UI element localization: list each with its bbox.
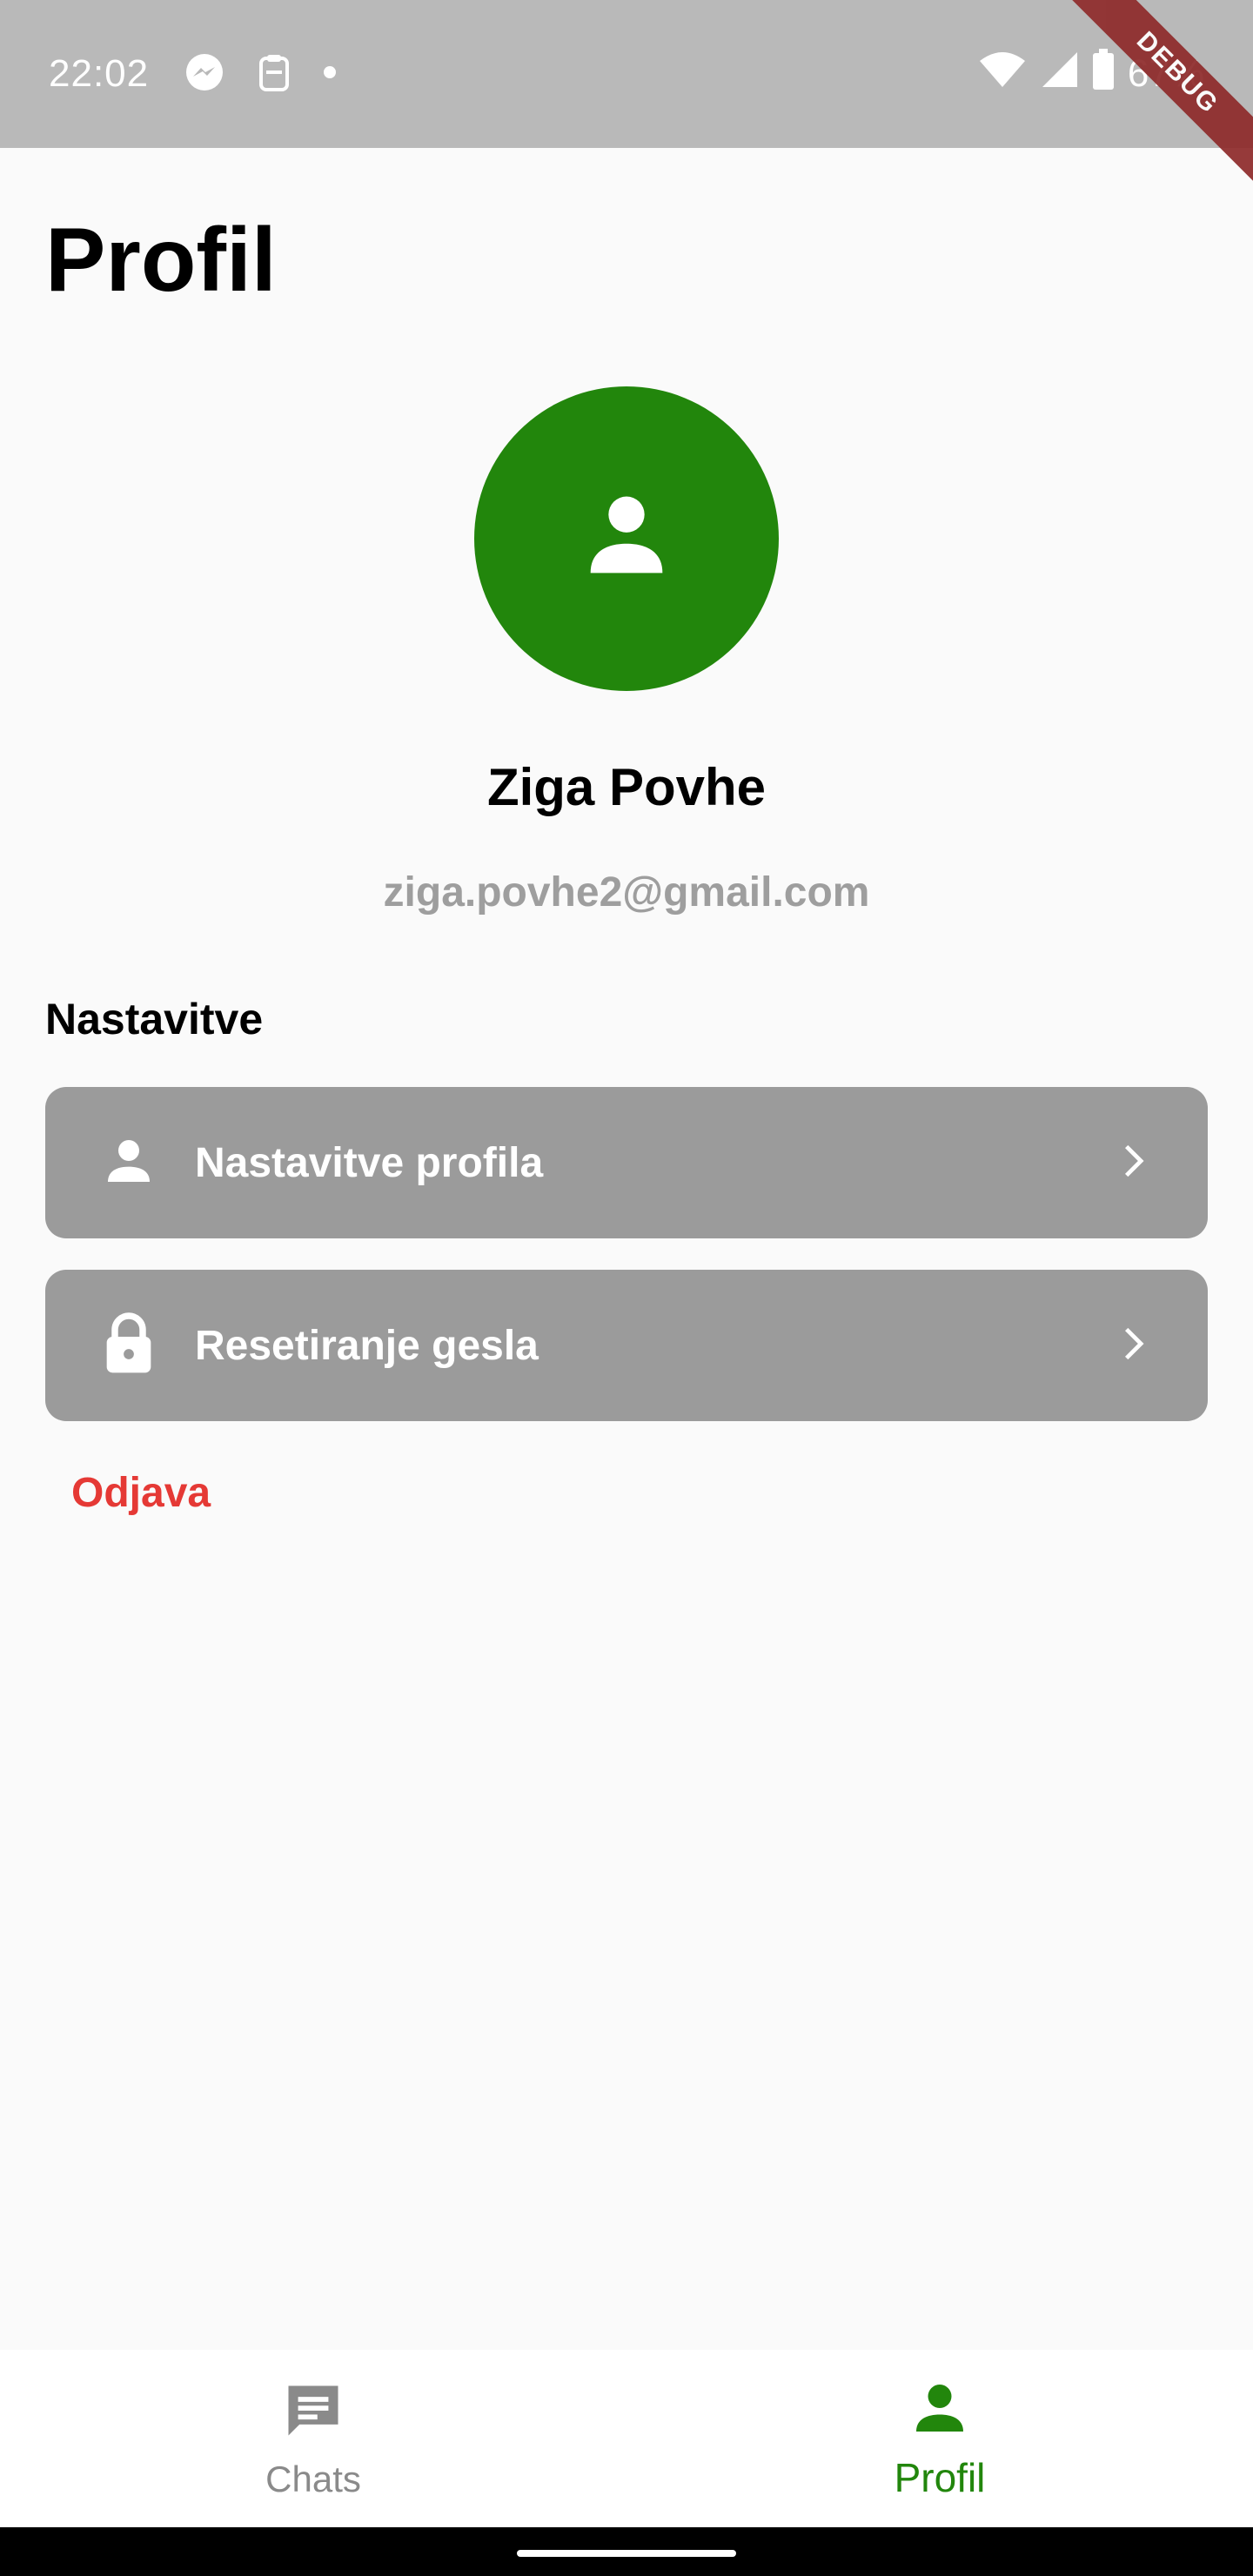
chat-icon xyxy=(280,2378,346,2448)
lock-icon xyxy=(101,1311,157,1379)
nav-label-chats: Chats xyxy=(265,2458,361,2499)
user-name: Ziga Povhe xyxy=(486,758,767,816)
reset-password-label: Resetiranje gesla xyxy=(195,1322,539,1369)
nav-item-chats[interactable]: Chats xyxy=(0,2350,626,2527)
home-gesture-pill[interactable] xyxy=(517,2550,736,2557)
bottom-nav: Chats Profil xyxy=(0,2350,1253,2527)
debug-banner: DEBUG xyxy=(1062,0,1253,191)
debug-label: DEBUG xyxy=(1062,0,1253,191)
dot-icon xyxy=(323,65,337,84)
user-email: ziga.povhe2@gmail.com xyxy=(383,869,870,916)
chevron-right-icon xyxy=(1114,1325,1152,1367)
chevron-right-icon xyxy=(1114,1142,1152,1184)
nav-item-profil[interactable]: Profil xyxy=(626,2350,1253,2527)
profile-settings-label: Nastavitve profila xyxy=(195,1139,544,1186)
person-icon xyxy=(908,2377,971,2444)
settings-section-title: Nastavitve xyxy=(45,995,264,1043)
status-time: 22:02 xyxy=(49,52,150,95)
page-title: Profil xyxy=(45,210,277,311)
person-icon xyxy=(573,483,680,595)
reset-password-button[interactable]: Resetiranje gesla xyxy=(45,1270,1208,1421)
profile-settings-button[interactable]: Nastavitve profila xyxy=(45,1087,1208,1238)
nav-label-profil: Profil xyxy=(894,2454,986,2500)
logout-button[interactable]: Odjava xyxy=(71,1469,211,1517)
messenger-icon xyxy=(184,51,225,97)
wifi-icon xyxy=(978,50,1027,98)
avatar xyxy=(474,386,779,691)
person-icon xyxy=(101,1133,157,1193)
notification-icons xyxy=(184,51,337,97)
clipboard-icon xyxy=(257,51,291,97)
